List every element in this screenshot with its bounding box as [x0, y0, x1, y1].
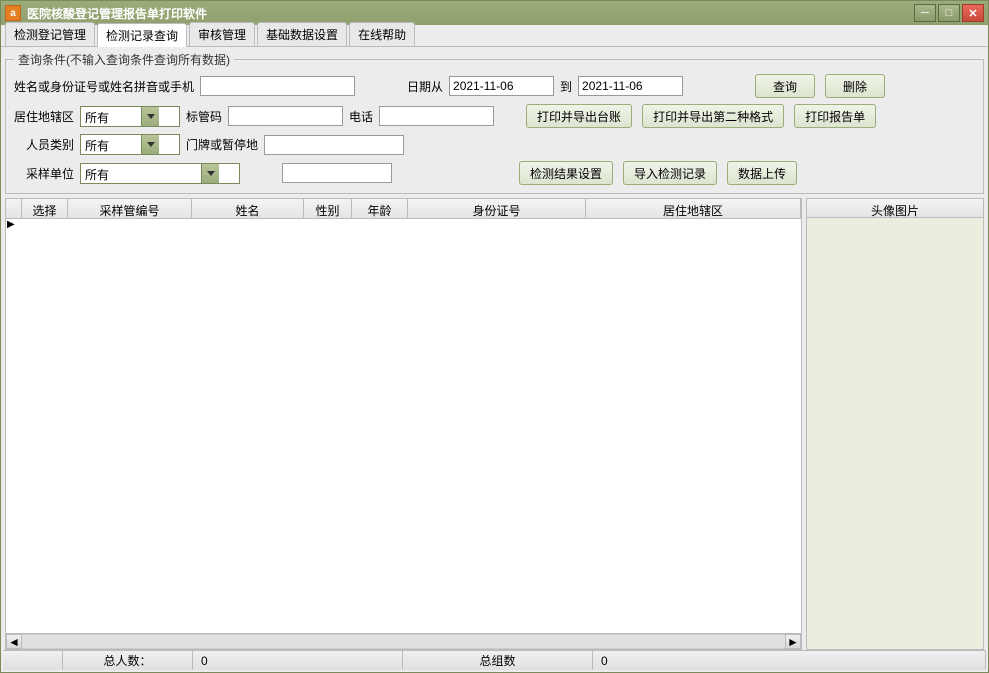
date-from-input[interactable] [449, 76, 554, 96]
tab-basic-data[interactable]: 基础数据设置 [257, 22, 347, 46]
tab-help[interactable]: 在线帮助 [349, 22, 415, 46]
col-gender[interactable]: 性别 [304, 199, 352, 218]
chevron-down-icon[interactable] [141, 107, 159, 126]
close-button[interactable]: ✕ [962, 4, 984, 22]
side-panel: 头像图片 [806, 198, 984, 650]
name-label: 姓名或身份证号或姓名拼音或手机 [14, 78, 194, 95]
main-area: 选择 采样管编号 姓名 性别 年龄 身份证号 居住地辖区 ▶ ◄ ► [5, 198, 984, 650]
col-region[interactable]: 居住地辖区 [586, 199, 801, 218]
maximize-button[interactable]: □ [938, 4, 960, 22]
export-format2-button[interactable]: 打印并导出第二种格式 [642, 104, 784, 128]
export-ledger-button[interactable]: 打印并导出台账 [526, 104, 632, 128]
address-input[interactable] [264, 135, 404, 155]
date-to-label: 到 [560, 78, 572, 95]
unit-label: 采样单位 [26, 165, 74, 182]
filter-row-2: 居住地辖区 所有 标管码 电话 打印并导出台账 打印并导出第二种格式 打印报告单 [14, 104, 975, 128]
person-type-value: 所有 [81, 135, 141, 154]
total-groups-label: 总组数 [403, 651, 593, 670]
scroll-left-icon[interactable]: ◄ [6, 634, 22, 649]
unit-value: 所有 [81, 164, 201, 183]
avatar-image-box [806, 218, 984, 650]
tab-register-mgmt[interactable]: 检测登记管理 [5, 22, 95, 46]
filter-row-1: 姓名或身份证号或姓名拼音或手机 日期从 到 查询 删除 [14, 74, 975, 98]
window-title: 医院核酸登记管理报告单打印软件 [27, 5, 914, 22]
import-record-button[interactable]: 导入检测记录 [623, 161, 717, 185]
col-indicator[interactable] [6, 199, 22, 218]
col-select[interactable]: 选择 [22, 199, 68, 218]
phone-input[interactable] [379, 106, 494, 126]
person-type-label: 人员类别 [26, 136, 74, 153]
query-button[interactable]: 查询 [755, 74, 815, 98]
side-header: 头像图片 [806, 198, 984, 218]
date-from-label: 日期从 [407, 78, 443, 95]
region-value: 所有 [81, 107, 141, 126]
name-input[interactable] [200, 76, 355, 96]
filter-row-4: 采样单位 所有 检测结果设置 导入检测记录 数据上传 [14, 161, 975, 185]
region-label: 居住地辖区 [14, 108, 74, 125]
statusbar: 总人数： 0 总组数 0 [3, 650, 986, 670]
grid-body[interactable]: ▶ [6, 219, 801, 633]
address-label: 门牌或暂停地 [186, 136, 258, 153]
col-name[interactable]: 姓名 [192, 199, 304, 218]
print-report-button[interactable]: 打印报告单 [794, 104, 876, 128]
scroll-track[interactable] [22, 634, 785, 649]
region-combo[interactable]: 所有 [80, 106, 180, 127]
date-to-input[interactable] [578, 76, 683, 96]
phone-label: 电话 [349, 108, 373, 125]
status-cell-empty [3, 651, 63, 670]
data-grid: 选择 采样管编号 姓名 性别 年龄 身份证号 居住地辖区 ▶ ◄ ► [5, 198, 802, 650]
extra-input[interactable] [282, 163, 392, 183]
total-people-label: 总人数： [63, 651, 193, 670]
chevron-down-icon[interactable] [141, 135, 159, 154]
person-type-combo[interactable]: 所有 [80, 134, 180, 155]
total-people-value: 0 [193, 651, 403, 670]
window-controls: ─ □ ✕ [914, 4, 984, 22]
main-tabs: 检测登记管理 检测记录查询 审核管理 基础数据设置 在线帮助 [1, 25, 988, 47]
col-tube[interactable]: 采样管编号 [68, 199, 192, 218]
barcode-input[interactable] [228, 106, 343, 126]
minimize-button[interactable]: ─ [914, 4, 936, 22]
unit-combo[interactable]: 所有 [80, 163, 240, 184]
col-age[interactable]: 年龄 [352, 199, 408, 218]
filter-legend: 查询条件(不输入查询条件查询所有数据) [14, 51, 234, 68]
filter-fieldset: 查询条件(不输入查询条件查询所有数据) 姓名或身份证号或姓名拼音或手机 日期从 … [5, 51, 984, 194]
chevron-down-icon[interactable] [201, 164, 219, 183]
tab-audit[interactable]: 审核管理 [189, 22, 255, 46]
scroll-right-icon[interactable]: ► [785, 634, 801, 649]
total-groups-value: 0 [593, 651, 986, 670]
result-setting-button[interactable]: 检测结果设置 [519, 161, 613, 185]
grid-header: 选择 采样管编号 姓名 性别 年龄 身份证号 居住地辖区 [6, 199, 801, 219]
app-window: a 医院核酸登记管理报告单打印软件 ─ □ ✕ 检测登记管理 检测记录查询 审核… [0, 0, 989, 673]
filter-row-3: 人员类别 所有 门牌或暂停地 [14, 134, 975, 155]
barcode-label: 标管码 [186, 108, 222, 125]
h-scrollbar[interactable]: ◄ ► [6, 633, 801, 649]
app-icon: a [5, 5, 21, 21]
delete-button[interactable]: 删除 [825, 74, 885, 98]
col-id[interactable]: 身份证号 [408, 199, 586, 218]
row-indicator-icon: ▶ [7, 219, 17, 230]
titlebar: a 医院核酸登记管理报告单打印软件 ─ □ ✕ [1, 1, 988, 25]
tab-record-query[interactable]: 检测记录查询 [97, 23, 187, 47]
data-upload-button[interactable]: 数据上传 [727, 161, 797, 185]
content-area: 查询条件(不输入查询条件查询所有数据) 姓名或身份证号或姓名拼音或手机 日期从 … [1, 47, 988, 672]
